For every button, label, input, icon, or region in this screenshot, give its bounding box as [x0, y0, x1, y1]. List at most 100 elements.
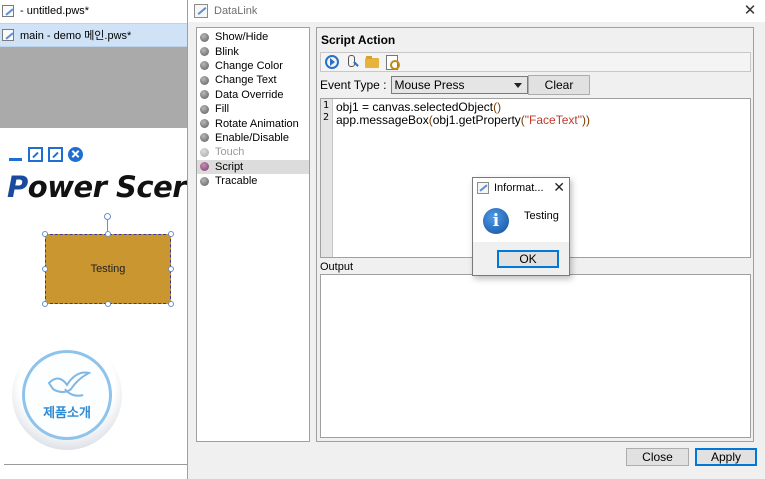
radio-icon — [200, 47, 209, 57]
minimize-icon[interactable] — [8, 147, 23, 162]
action-label: Fill — [215, 103, 230, 116]
panel-title: Script Action — [321, 33, 396, 47]
bird-icon — [47, 371, 91, 397]
output-box[interactable] — [320, 274, 751, 438]
divider — [4, 464, 187, 465]
selected-shape[interactable]: Testing — [45, 234, 171, 304]
tab-label: main - demo 메인.pws* — [20, 30, 132, 42]
action-label: Tracable — [215, 175, 258, 188]
action-list[interactable]: Show/Hide Blink Change Color Change Text… — [196, 27, 310, 442]
action-item-script[interactable]: Script — [197, 159, 309, 174]
product-intro-button[interactable]: 제품소개 — [22, 350, 112, 440]
rotation-handle[interactable] — [104, 213, 111, 220]
restore-icon[interactable] — [28, 147, 43, 162]
logo-text-rest: ower Scer — [27, 170, 187, 204]
information-messagebox: Informat... ✕ i Testing OK — [472, 177, 570, 276]
tab-untitled[interactable]: - untitled.pws* — [0, 0, 190, 22]
close-button[interactable]: Close — [626, 448, 689, 466]
close-icon[interactable]: ✕ — [553, 179, 565, 196]
logo-text-initial: P — [7, 170, 28, 204]
close-icon[interactable]: ✕ — [741, 2, 759, 20]
action-item-blink[interactable]: Blink — [197, 44, 309, 58]
clear-button[interactable]: Clear — [528, 75, 590, 95]
tab-main-demo[interactable]: main - demo 메인.pws* — [0, 23, 190, 47]
resize-handle-nw[interactable] — [42, 231, 48, 237]
action-item-change-color[interactable]: Change Color — [197, 59, 309, 73]
radio-icon — [200, 90, 209, 100]
event-type-label: Event Type : — [320, 78, 387, 92]
app-icon — [477, 182, 489, 194]
code-text: app.messageBox — [336, 113, 429, 127]
code-text: obj1 = canvas.selectedObject — [336, 100, 494, 114]
action-label: Change Text — [215, 74, 277, 87]
line-number-gutter: 1 2 — [321, 99, 333, 257]
radio-icon — [200, 162, 209, 172]
action-label: Change Color — [215, 59, 283, 72]
event-type-row: Event Type : Mouse Press — [320, 76, 528, 94]
action-label: Rotate Animation — [215, 117, 299, 130]
maximize-icon[interactable] — [48, 147, 63, 162]
resize-handle-n[interactable] — [105, 231, 111, 237]
find-icon[interactable] — [385, 55, 400, 70]
code-punctuation: )) — [582, 113, 591, 127]
dialog-title: DataLink — [214, 5, 258, 17]
dialog-titlebar[interactable]: DataLink — [188, 0, 765, 22]
messagebox-text: Testing — [524, 210, 559, 222]
action-label: Show/Hide — [215, 31, 269, 44]
code-punctuation: () — [493, 100, 502, 114]
action-item-change-text[interactable]: Change Text — [197, 73, 309, 87]
apply-button[interactable]: Apply — [695, 448, 757, 466]
radio-icon — [200, 147, 209, 157]
radio-icon — [200, 32, 209, 42]
action-label: Script — [215, 160, 244, 173]
shape-label: Testing — [90, 263, 126, 275]
messagebox-title: Informat... — [494, 182, 544, 194]
run-icon[interactable] — [325, 55, 339, 69]
open-folder-icon[interactable] — [365, 55, 379, 69]
action-item-enable-disable[interactable]: Enable/Disable — [197, 131, 309, 145]
code-line-2: app.messageBox(obj1.getProperty("FaceTex… — [336, 114, 590, 127]
canvas-window-controls — [8, 147, 83, 162]
action-item-touch: Touch — [197, 145, 309, 159]
resize-handle-s[interactable] — [105, 301, 111, 307]
chevron-down-icon — [513, 83, 522, 88]
tab-label: - untitled.pws* — [20, 5, 90, 17]
logo-text: Power Scer — [7, 170, 187, 204]
output-label: Output — [320, 261, 354, 273]
script-toolbar — [320, 52, 751, 72]
radio-icon — [200, 119, 209, 129]
line-number: 2 — [323, 112, 330, 123]
radio-icon — [200, 75, 209, 85]
close-circle-icon[interactable] — [68, 147, 83, 162]
action-item-tracable[interactable]: Tracable — [197, 174, 309, 188]
event-type-value: Mouse Press — [394, 78, 465, 92]
messagebox-body: i Testing — [473, 198, 569, 242]
action-label: Enable/Disable — [215, 131, 289, 144]
action-item-data-override[interactable]: Data Override — [197, 88, 309, 102]
action-item-rotate-animation[interactable]: Rotate Animation — [197, 116, 309, 130]
action-label: Touch — [215, 146, 245, 159]
code-text: obj1.getProperty — [432, 113, 521, 127]
product-intro-label: 제품소개 — [43, 405, 91, 420]
action-item-fill[interactable]: Fill — [197, 102, 309, 116]
resize-handle-w[interactable] — [42, 266, 48, 272]
radio-icon — [200, 176, 209, 186]
debug-icon[interactable] — [345, 55, 359, 69]
radio-icon — [200, 61, 209, 71]
action-label: Data Override — [215, 88, 284, 101]
file-icon — [2, 5, 14, 17]
ok-button[interactable]: OK — [497, 250, 559, 268]
canvas-gray-area — [0, 47, 190, 128]
radio-icon — [200, 104, 209, 114]
radio-icon — [200, 133, 209, 143]
line-number: 1 — [323, 100, 330, 111]
code-string: "FaceText" — [524, 113, 583, 127]
info-icon: i — [483, 208, 509, 234]
resize-handle-sw[interactable] — [42, 301, 48, 307]
resize-handle-se[interactable] — [168, 301, 174, 307]
action-item-show-hide[interactable]: Show/Hide — [197, 30, 309, 44]
resize-handle-e[interactable] — [168, 266, 174, 272]
app-icon — [194, 4, 208, 18]
resize-handle-ne[interactable] — [168, 231, 174, 237]
event-type-select[interactable]: Mouse Press — [390, 76, 528, 94]
